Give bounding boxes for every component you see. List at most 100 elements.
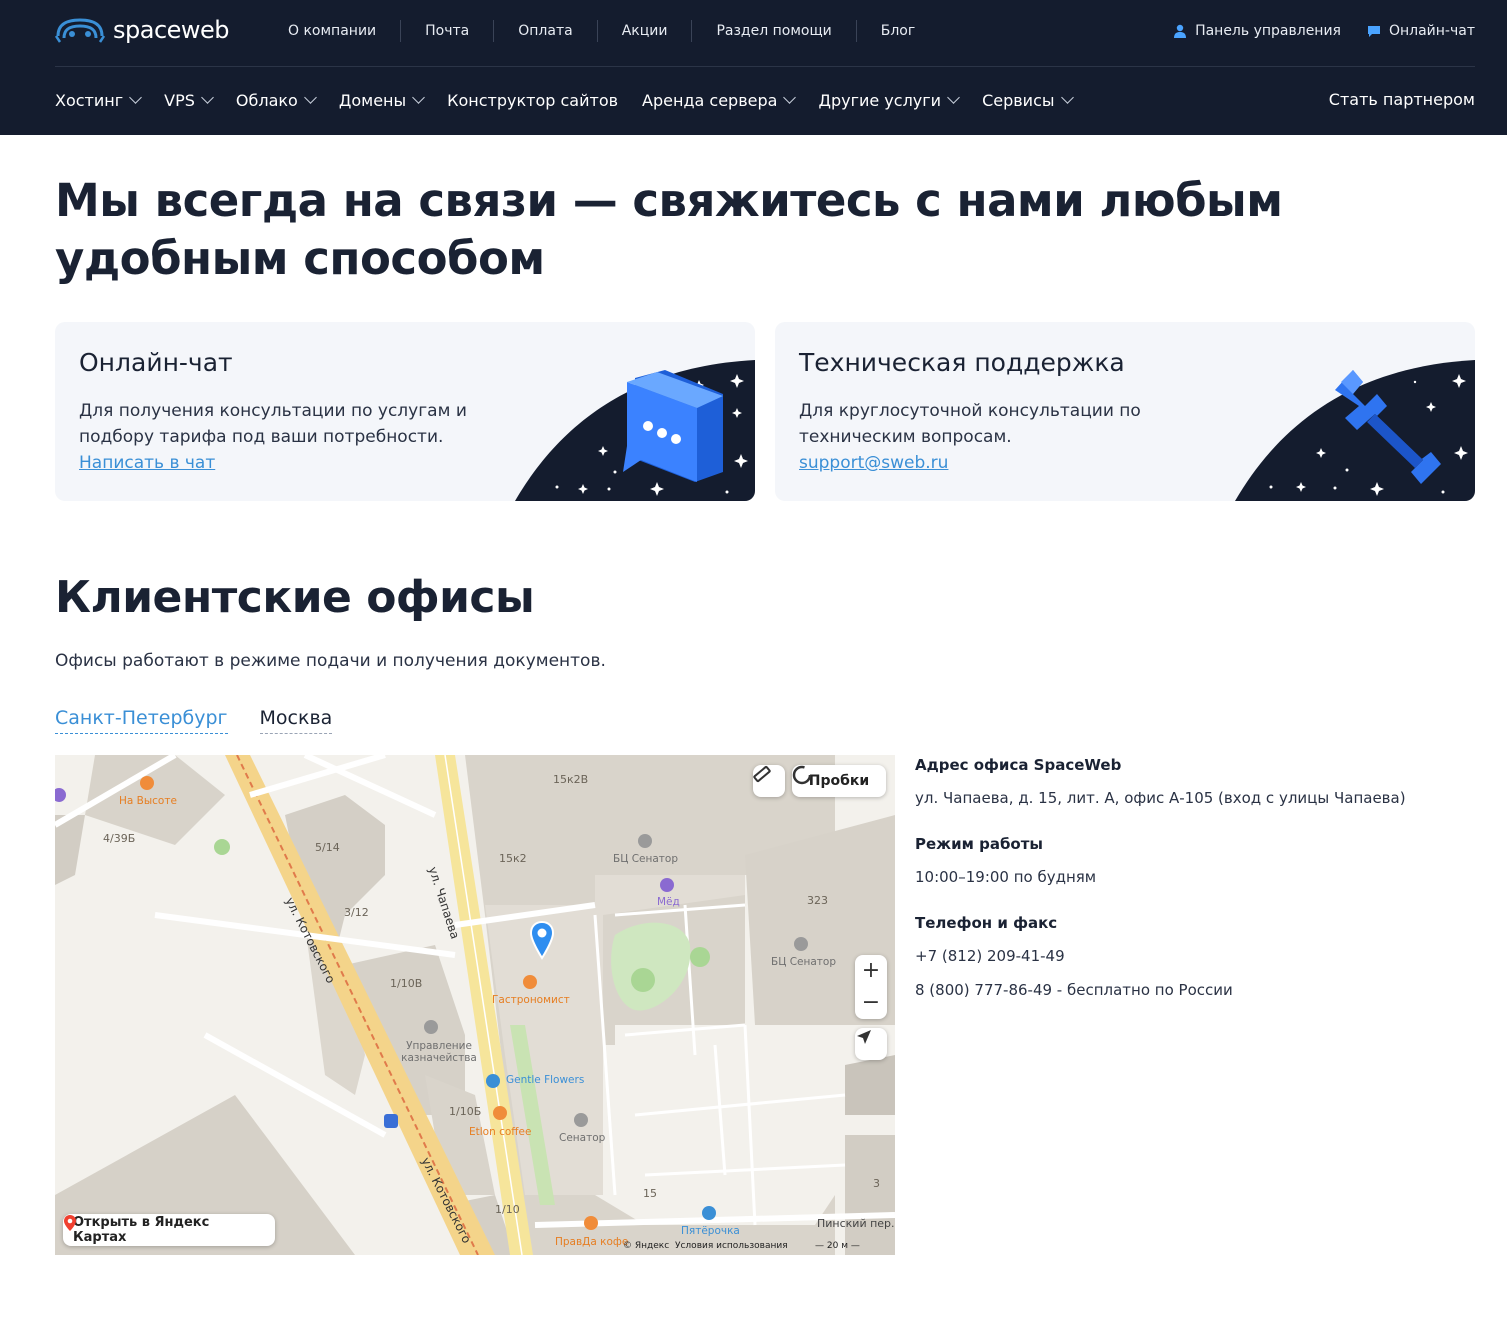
main-nav-vps[interactable]: VPS: [164, 90, 214, 110]
map-poi[interactable]: Сенатор: [559, 1132, 605, 1144]
map-poi[interactable]: На Высоте: [119, 795, 177, 807]
zoom-in-button[interactable]: +: [855, 955, 887, 987]
support-email-link[interactable]: support@sweb.ru: [799, 450, 1219, 476]
office-icon: [794, 937, 808, 951]
main-nav-label: Конструктор сайтов: [447, 90, 619, 110]
map-label: 15к2: [499, 852, 527, 865]
write-to-chat-link[interactable]: Написать в чат: [79, 450, 499, 476]
map-label: 15: [643, 1187, 657, 1200]
open-in-yandex-maps-label: Открыть в Яндекс Картах: [73, 1215, 210, 1245]
offices-subtitle: Офисы работают в режиме подачи и получен…: [55, 651, 606, 671]
spaceweb-logo-icon: [55, 18, 105, 43]
online-chat-link[interactable]: Онлайн-чат: [1367, 23, 1475, 39]
street-label: Пинский пер.: [817, 1217, 895, 1230]
map-poi[interactable]: БЦ Сенатор: [613, 853, 678, 865]
main-nav-label: Сервисы: [982, 90, 1055, 110]
top-nav-blog[interactable]: Блог: [857, 20, 939, 42]
offices-title: Клиентские офисы: [55, 572, 535, 623]
map-poi[interactable]: ПравДа кофе: [555, 1236, 628, 1248]
map-pin-icon: [64, 1215, 76, 1231]
ruler-icon: [753, 765, 771, 783]
online-chat-label: Онлайн-чат: [1388, 23, 1475, 39]
logo-text: spaceweb: [113, 16, 230, 44]
open-in-yandex-maps-button[interactable]: Открыть в Яндекс Картах: [63, 1214, 275, 1246]
top-nav-help[interactable]: Раздел помощи: [692, 20, 857, 42]
chevron-down-icon: [303, 91, 317, 104]
user-icon: [1174, 24, 1187, 38]
logo[interactable]: spaceweb: [55, 14, 230, 46]
traffic-icon: [792, 765, 812, 785]
chevron-down-icon: [947, 91, 960, 104]
address-value: ул. Чапаева, д. 15, лит. А, офис А-105 (…: [915, 789, 1406, 807]
shop-icon: [660, 878, 674, 892]
zoom-out-button[interactable]: −: [855, 987, 887, 1019]
map-poi[interactable]: Gentle Flowers: [506, 1074, 584, 1086]
hours-value: 10:00–19:00 по будням: [915, 868, 1097, 886]
tab-moscow[interactable]: Москва: [259, 707, 333, 734]
main-nav-services[interactable]: Сервисы: [982, 90, 1074, 110]
main-nav-label: Облако: [235, 90, 298, 110]
main-nav-builder[interactable]: Конструктор сайтов: [447, 91, 618, 110]
bus-stop-icon: [384, 1114, 398, 1128]
office-location-pin-icon[interactable]: [529, 920, 555, 960]
map-poi[interactable]: БЦ Сенатор: [771, 956, 836, 968]
metro-icon: [55, 788, 66, 802]
map-label: 1/10В: [390, 977, 423, 990]
main-nav-other[interactable]: Другие услуги: [818, 90, 960, 110]
phone-value[interactable]: 8 (800) 777-86-49 - бесплатно по России: [915, 980, 1475, 1000]
map-poi[interactable]: Etlon coffee: [469, 1126, 531, 1138]
chat-bubble-icon: [515, 360, 755, 501]
map-terms-link[interactable]: Условия использования: [675, 1241, 788, 1251]
chevron-down-icon: [412, 91, 426, 104]
map-poi[interactable]: Гастрономист: [492, 994, 570, 1006]
cafe-icon: [140, 776, 154, 790]
navigation-arrow-icon: [857, 1030, 871, 1044]
chat-icon: [1367, 26, 1380, 37]
phone-label: Телефон и факс: [915, 914, 1058, 932]
map-poi[interactable]: Управление казначейства: [399, 1040, 479, 1064]
chevron-down-icon: [129, 91, 143, 104]
top-nav-mail[interactable]: Почта: [401, 20, 495, 42]
main-nav-cloud[interactable]: Облако: [235, 90, 317, 110]
chevron-down-icon: [783, 91, 797, 104]
card-tech-support: Техническая поддержка Для круглосуточной…: [775, 322, 1475, 501]
main-nav-label: Другие услуги: [818, 90, 942, 110]
main-nav-label: VPS: [164, 90, 195, 110]
map-scale: — 20 м —: [815, 1241, 860, 1251]
main-nav-label: Аренда сервера: [642, 90, 778, 110]
map-label: 323: [807, 894, 828, 907]
become-partner-link[interactable]: Стать партнером: [1329, 86, 1475, 114]
map-poi[interactable]: Пятёрочка: [681, 1225, 740, 1237]
traffic-button[interactable]: Пробки: [792, 765, 886, 797]
tab-saint-petersburg[interactable]: Санкт-Петербург: [55, 707, 228, 734]
page-title: Мы всегда на связи — свяжитесь с нами лю…: [55, 174, 1283, 285]
main-nav-label: Домены: [338, 90, 407, 110]
main-nav-server-rent[interactable]: Аренда сервера: [642, 90, 797, 110]
map-tiles: [55, 755, 895, 1255]
top-nav-payment[interactable]: Оплата: [494, 20, 598, 42]
main-nav-domains[interactable]: Домены: [338, 90, 426, 110]
geolocation-button[interactable]: [855, 1028, 887, 1060]
address-label: Адрес офиса SpaceWeb: [915, 756, 1122, 774]
main-nav: Хостинг VPS Облако Домены Конструктор са…: [55, 86, 1074, 114]
top-nav-promo[interactable]: Акции: [598, 20, 693, 42]
cafe-icon: [584, 1216, 598, 1230]
ruler-button[interactable]: [753, 765, 785, 797]
phone-value[interactable]: +7 (812) 209-41-49: [915, 946, 1475, 966]
office-info: Адрес офиса SpaceWeb ул. Чапаева, д. 15,…: [915, 755, 1475, 1000]
map-label: 4/39Б: [103, 832, 136, 845]
office-map[interactable]: 15к2В 15к2 5/14 3/12 1/10В 1/10Б 1/10 4/…: [55, 755, 895, 1255]
city-tabs: Санкт-Петербург Москва: [55, 707, 333, 734]
map-label: 1/10: [495, 1203, 520, 1216]
flower-icon: [486, 1074, 500, 1088]
main-nav-hosting[interactable]: Хостинг: [55, 91, 143, 110]
map-poi[interactable]: Мёд: [657, 896, 680, 908]
top-right-links: Панель управления Онлайн-чат: [1173, 20, 1475, 42]
office-icon: [638, 834, 652, 848]
top-nav-about[interactable]: О компании: [264, 20, 402, 42]
card-text-block: Для получения консультации по услугам и …: [79, 398, 499, 476]
map-copyright[interactable]: © Яндекс: [623, 1241, 669, 1251]
control-panel-link[interactable]: Панель управления: [1173, 23, 1341, 39]
hours-label: Режим работы: [915, 835, 1043, 853]
map-label: 3: [873, 1177, 880, 1190]
